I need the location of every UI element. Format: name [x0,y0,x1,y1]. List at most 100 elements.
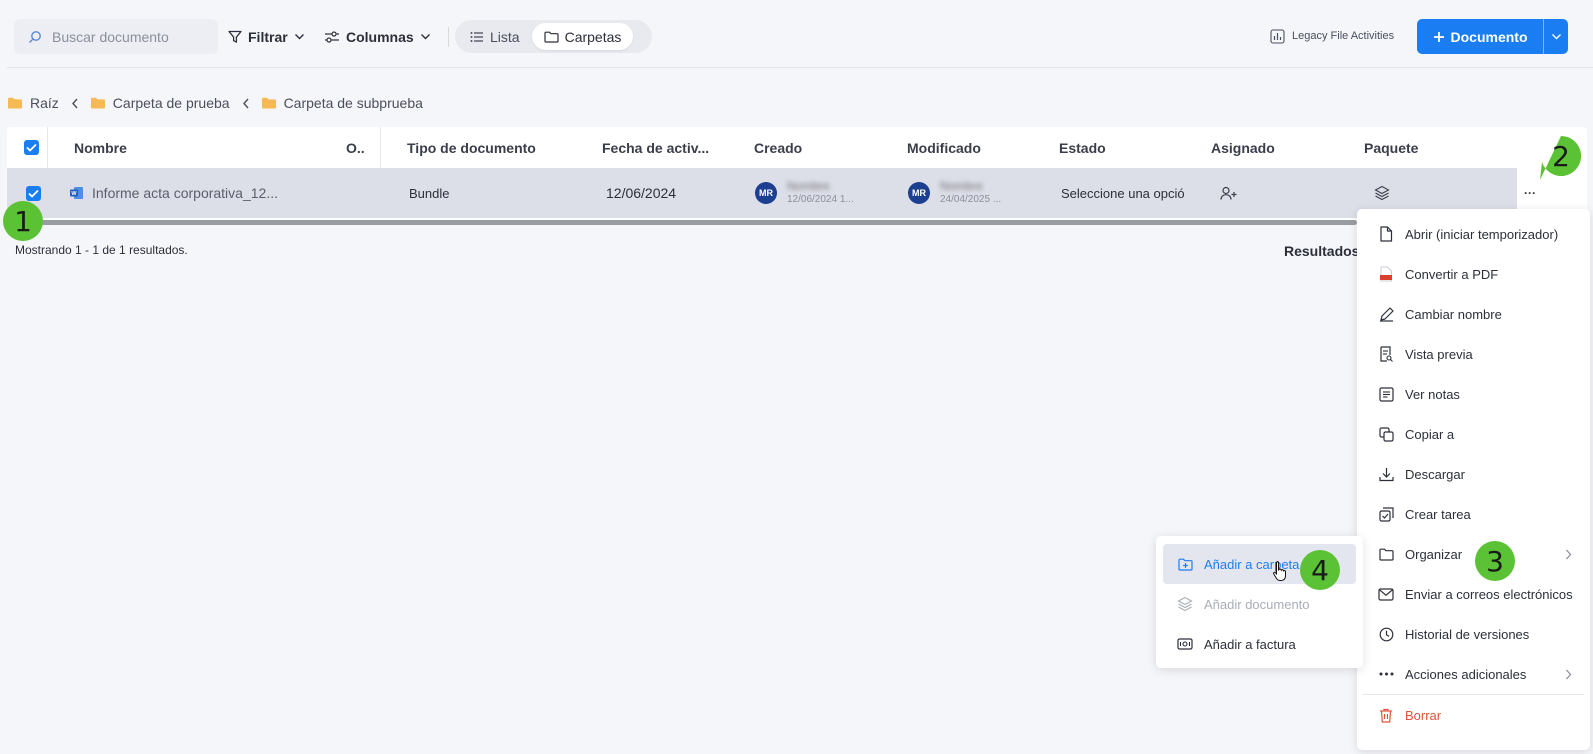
new-document-dropdown[interactable] [1544,19,1568,54]
submenu-item-add-to-invoice[interactable]: Añadir a factura [1156,624,1363,664]
step-marker-4: 4 [1300,550,1340,590]
folder-icon [90,97,105,109]
menu-item-create-task[interactable]: Crear tarea [1357,494,1590,534]
step-marker-2: 2 [1552,139,1570,173]
checkbox-checked-icon [24,140,39,155]
list-icon [470,31,484,43]
submenu-item-add-document[interactable]: Añadir documento [1156,584,1363,624]
filter-label: Filtrar [248,28,288,45]
column-divider [47,127,48,168]
breadcrumb-label: Carpeta de prueba [112,95,230,111]
column-divider [380,127,381,168]
created-date: 12/06/2024 1... [787,194,854,205]
status-select[interactable]: Seleccione una opció [1061,168,1185,218]
view-folders-button[interactable]: Carpetas [531,23,634,50]
results-count: Mostrando 1 - 1 de 1 resultados. [15,243,188,257]
menu-item-rename[interactable]: Cambiar nombre [1357,294,1590,334]
column-header-doc-type[interactable]: Tipo de documento [407,127,536,168]
step-marker-3: 3 [1475,541,1515,581]
menu-item-additional-actions[interactable]: Acciones adicionales [1357,654,1590,694]
menu-item-label: Borrar [1405,707,1442,723]
pdf-icon [1377,266,1395,282]
row-modified-cell: MR Nombre 24/04/2025 ... [908,168,1001,218]
row-doc-type: Bundle [409,185,450,201]
menu-item-label: Acciones adicionales [1405,666,1527,682]
menu-item-label: Descargar [1405,466,1465,482]
row-created-cell: MR Nombre 12/06/2024 1... [755,168,854,218]
breadcrumb-item-root[interactable]: Raíz [8,95,59,111]
folder-icon [543,31,559,43]
invoice-icon [1176,638,1194,650]
submenu-item-label: Añadir a factura [1204,636,1296,652]
menu-item-view-notes[interactable]: Ver notas [1357,374,1590,414]
column-header-name[interactable]: Nombre [74,127,127,168]
menu-item-send-email[interactable]: Enviar a correos electrónicos [1357,574,1590,614]
avatar: MR [908,182,930,204]
menu-item-download[interactable]: Descargar [1357,454,1590,494]
assign-user-button[interactable] [1220,168,1237,218]
column-header-modified[interactable]: Modificado [907,127,981,168]
filter-button[interactable]: Filtrar [228,19,305,54]
menu-item-preview[interactable]: Vista previa [1357,334,1590,374]
view-list-button[interactable]: Lista [458,23,532,50]
breadcrumb-item-test-folder[interactable]: Carpeta de prueba [90,95,230,111]
context-menu: Abrir (iniciar temporizador) Convertir a… [1357,209,1590,750]
filter-icon [228,30,242,44]
column-header-assigned[interactable]: Asignado [1211,127,1275,168]
menu-item-label: Vista previa [1405,346,1473,362]
search-box[interactable]: Buscar documento [14,19,218,54]
menu-item-delete[interactable]: Borrar [1357,695,1590,735]
column-header-created[interactable]: Creado [754,127,802,168]
modified-date: 24/04/2025 ... [940,194,1002,205]
horizontal-scrollbar[interactable] [7,220,1357,225]
notes-icon [1377,386,1395,402]
menu-item-copy-to[interactable]: Copiar a [1357,414,1590,454]
chart-icon [1270,28,1285,44]
user-plus-icon [1220,186,1237,201]
menu-item-organize[interactable]: Organizar [1357,534,1590,574]
view-folders-label: Carpetas [564,28,622,45]
new-document-label: Documento [1450,28,1528,45]
legacy-label: Legacy File Activities [1292,30,1395,42]
breadcrumb-item-subtest-folder[interactable]: Carpeta de subprueba [261,95,423,111]
select-all-checkbox[interactable] [24,127,39,168]
submenu-item-label: Añadir documento [1204,596,1310,612]
table-header: Nombre O.. Tipo de documento Fecha de ac… [7,127,1587,168]
modified-by-name: Nombre [940,179,983,193]
breadcrumb-label: Raíz [30,95,59,111]
new-document-button[interactable]: Documento [1417,19,1568,54]
layers-icon [1176,596,1194,612]
chevron-down-icon [420,31,431,42]
new-document-main[interactable]: Documento [1417,19,1544,54]
chevron-down-icon [1551,31,1562,42]
column-header-o[interactable]: O.. [346,127,365,168]
avatar: MR [755,182,777,204]
document-name: Informe acta corporativa_12... [92,185,278,201]
menu-item-open[interactable]: Abrir (iniciar temporizador) [1357,214,1590,254]
menu-item-label: Historial de versiones [1405,626,1530,642]
column-header-package[interactable]: Paquete [1364,127,1418,168]
folder-plus-icon [1176,558,1194,571]
svg-text:W: W [71,191,77,197]
clock-icon [1377,627,1395,642]
trash-icon [1377,708,1395,723]
column-header-status[interactable]: Estado [1059,127,1106,168]
menu-item-label: Abrir (iniciar temporizador) [1405,226,1559,242]
legacy-file-activities-link[interactable]: Legacy File Activities [1270,26,1394,46]
breadcrumb-label: Carpeta de subprueba [283,95,423,111]
menu-item-convert-pdf[interactable]: Convertir a PDF [1357,254,1590,294]
word-document-icon: W [70,186,84,200]
menu-item-label: Enviar a correos electrónicos [1405,586,1573,602]
column-header-activity-date[interactable]: Fecha de activ... [602,127,709,168]
menu-item-version-history[interactable]: Historial de versiones [1357,614,1590,654]
menu-item-label: Crear tarea [1405,506,1471,522]
results-per-page-label: Resultados [1284,243,1360,259]
plus-icon [1433,31,1445,43]
menu-item-label: Cambiar nombre [1405,306,1502,322]
folder-icon [1377,548,1395,561]
columns-button[interactable]: Columnas [324,19,431,54]
search-input[interactable]: Buscar documento [52,29,169,45]
row-name-cell[interactable]: W Informe acta corporativa_12... [70,168,330,218]
view-toggle: Lista Carpetas [455,20,652,53]
menu-item-label: Copiar a [1405,426,1455,442]
